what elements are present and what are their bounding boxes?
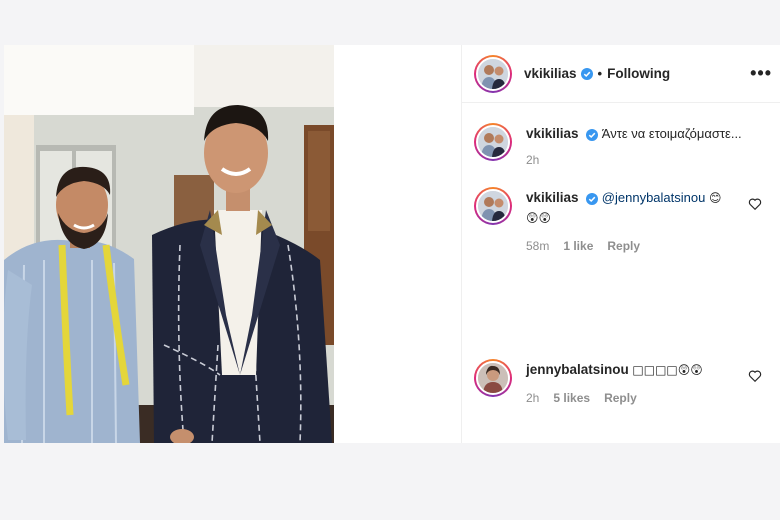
header-separator: • [597,66,603,81]
comment-item: jennybalatsinou □□□□😲😲 2h 5 likes Reply [474,359,770,405]
comment-username[interactable]: vkikilias [526,190,579,205]
post-image [4,45,334,443]
comment-likes[interactable]: 5 likes [553,391,590,405]
comment-emoji: 😊 [708,191,722,205]
comment-likes[interactable]: 1 like [563,239,593,253]
comment-time[interactable]: 58m [526,239,549,253]
comment-item: vkikilias @jennybalatsinou 😊 😲😲 58m 1 li… [474,187,770,253]
heart-icon[interactable] [748,369,762,383]
reply-button[interactable]: Reply [604,391,637,405]
post-header: vkikilias • Following ••• [462,45,780,103]
heart-icon[interactable] [748,197,762,211]
comment-avatar[interactable] [474,187,512,225]
author-username[interactable]: vkikilias [524,66,577,81]
more-options-icon[interactable]: ••• [750,63,772,84]
post-side-panel: vkikilias • Following ••• vkikilias Άντε… [462,45,780,443]
verified-badge-icon [580,67,593,80]
avatar-image [478,191,508,221]
comment-username[interactable]: jennybalatsinou [526,362,629,377]
verified-badge-icon [586,192,599,205]
following-button[interactable]: Following [607,66,670,81]
instagram-post: vkikilias • Following ••• vkikilias Άντε… [4,45,780,443]
comment-avatar[interactable] [474,123,512,161]
comment-avatar[interactable] [474,359,512,397]
comment-time[interactable]: 2h [526,391,539,405]
avatar-image [478,58,508,89]
comment-username[interactable]: vkikilias [526,126,579,141]
photo-margin [334,45,462,443]
verified-badge-icon [586,128,599,141]
avatar-image [478,127,508,157]
reply-button[interactable]: Reply [607,239,640,253]
author-avatar[interactable] [474,54,512,93]
caption-comment: vkikilias Άντε να ετοιμαζόμαστε... 2h [474,123,770,167]
comment-time[interactable]: 2h [526,153,539,167]
post-photo[interactable] [4,45,334,443]
avatar-image [478,363,508,393]
mention-link[interactable]: @jennybalatsinou [602,190,706,205]
comment-emoji: 😲😲 [526,211,552,225]
comment-text: Άντε να ετοιμαζόμαστε... [601,126,742,141]
comment-text: □□□□😲😲 [632,363,703,377]
